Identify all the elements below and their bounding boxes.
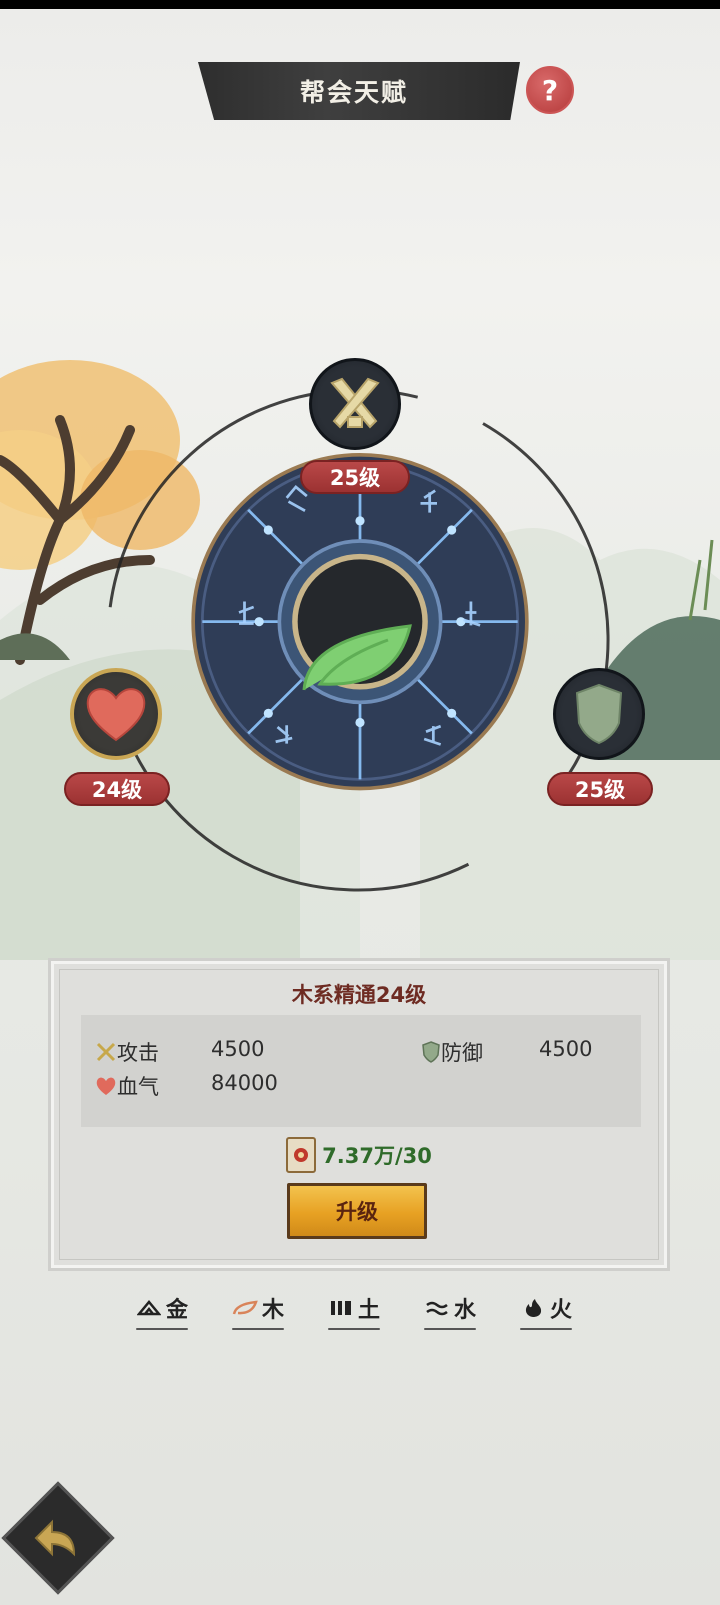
earth-icon (328, 1298, 354, 1318)
cost-value: 7.37万/30 (322, 1144, 432, 1168)
talent-detail-panel: 木系精通24级 攻击 4500 防御 4500 血气 84000 7.37万/3… (48, 958, 670, 1271)
shield-small-icon (422, 1041, 440, 1063)
tab-wood[interactable]: 木 (232, 1290, 285, 1330)
swords-small-icon (96, 1042, 116, 1062)
hp-label: 血气 (117, 1075, 159, 1099)
stats-box: 攻击 4500 防御 4500 血气 84000 (81, 1015, 641, 1127)
crossed-swords-icon (330, 377, 380, 429)
tab-water[interactable]: 水 (424, 1290, 477, 1330)
attack-level-badge: 25级 (300, 460, 410, 494)
heart-icon (86, 688, 146, 742)
attack-node[interactable] (309, 358, 401, 450)
element-tabs: 金 木 土 水 火 (130, 1290, 600, 1330)
talent-title: 木系精通24级 (291, 983, 427, 1007)
help-icon: ? (541, 73, 559, 107)
tab-metal-label: 金 (166, 1298, 189, 1323)
defense-label: 防御 (441, 1041, 483, 1065)
attack-stat: 攻击 (95, 1037, 159, 1067)
element-leaf-icon (298, 618, 418, 698)
hp-stat: 血气 (95, 1071, 159, 1101)
hp-level-badge: 24级 (64, 772, 170, 806)
heart-small-icon (96, 1077, 116, 1095)
attack-label: 攻击 (117, 1041, 159, 1065)
defense-value: 4500 (539, 1037, 593, 1061)
tab-fire-label: 火 (550, 1298, 573, 1323)
contribution-token-icon (286, 1137, 317, 1173)
tab-wood-label: 木 (262, 1298, 285, 1323)
defense-stat: 防御 (421, 1037, 483, 1067)
title-banner: 帮会天赋 (198, 62, 520, 120)
defense-node[interactable] (553, 668, 645, 760)
metal-icon (136, 1298, 162, 1318)
tab-earth-label: 土 (358, 1298, 381, 1323)
tab-earth[interactable]: 土 (328, 1290, 381, 1330)
wood-icon (232, 1298, 258, 1318)
water-icon (424, 1298, 450, 1318)
page-title: 帮会天赋 (299, 78, 408, 107)
tab-water-label: 水 (454, 1298, 477, 1323)
defense-level-badge: 25级 (547, 772, 653, 806)
upgrade-cost: 7.37万/30 (51, 1137, 667, 1173)
hp-value: 84000 (211, 1071, 278, 1095)
upgrade-button[interactable]: 升级 (287, 1183, 427, 1239)
tab-metal[interactable]: 金 (136, 1290, 189, 1330)
hp-node[interactable] (70, 668, 162, 760)
shield-icon (575, 683, 623, 745)
tab-fire[interactable]: 火 (520, 1290, 573, 1330)
back-arrow-icon (34, 1519, 76, 1557)
attack-value: 4500 (211, 1037, 265, 1061)
help-button[interactable]: ? (526, 66, 574, 114)
fire-icon (520, 1298, 546, 1318)
